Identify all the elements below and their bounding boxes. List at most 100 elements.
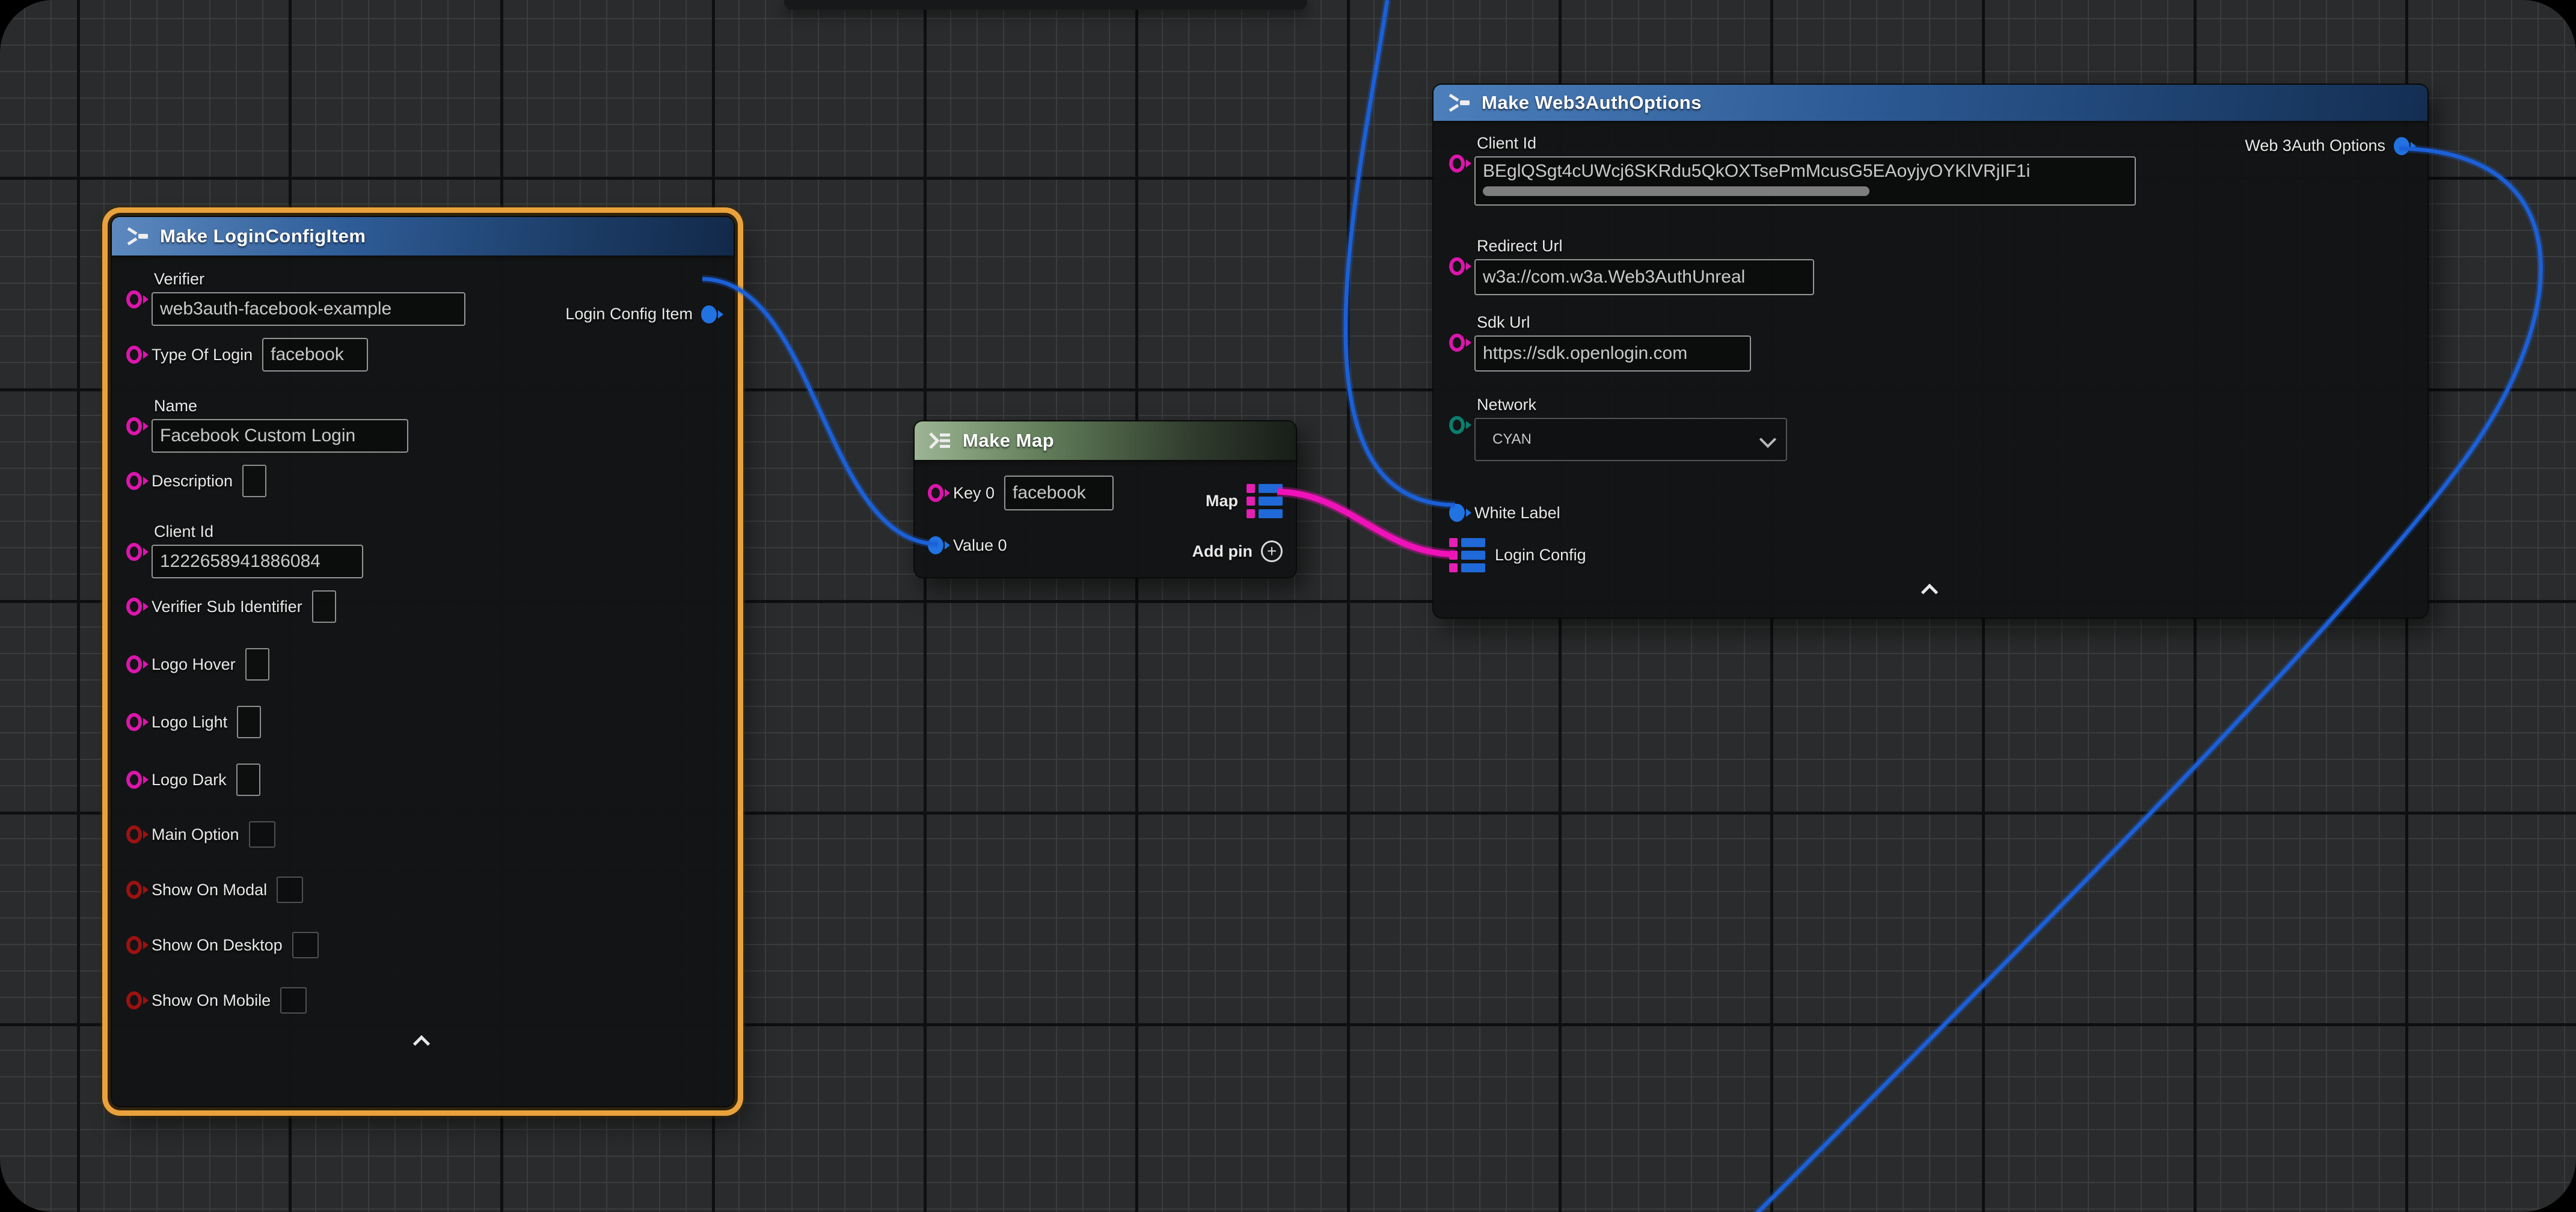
node-make-web3authoptions[interactable]: Make Web3AuthOptions Web 3Auth Options C… bbox=[1432, 84, 2429, 619]
client-id-field[interactable]: BEglQSgt4cUWcj6SKRdu5QkOXTsePmMcusG5EAoy… bbox=[1474, 156, 2136, 206]
chevron-down-icon bbox=[1759, 431, 1776, 448]
verifier-pin[interactable] bbox=[126, 290, 142, 308]
redirect-url-label: Redirect Url bbox=[1477, 237, 1814, 256]
white-label-label: White Label bbox=[1474, 504, 1560, 522]
main-option-checkbox[interactable] bbox=[249, 821, 275, 848]
wire-map-to-login-config bbox=[1277, 492, 1455, 554]
network-dropdown[interactable]: CYAN bbox=[1474, 418, 1787, 461]
make-map-icon bbox=[927, 431, 953, 450]
redirect-url-field[interactable]: w3a://com.w3a.Web3AuthUnreal bbox=[1474, 259, 1814, 295]
client-id-pin[interactable] bbox=[1449, 155, 1465, 173]
login-config-label: Login Config bbox=[1495, 546, 1586, 565]
node-make-loginconfigitem[interactable]: Make LoginConfigItem Login Config Item V… bbox=[111, 216, 735, 1107]
show-on-modal-pin[interactable] bbox=[126, 881, 142, 899]
logo-hover-field[interactable] bbox=[245, 648, 269, 681]
description-pin[interactable] bbox=[126, 472, 142, 490]
node-header[interactable]: Make Map bbox=[915, 421, 1296, 460]
add-pin-icon[interactable] bbox=[1261, 540, 1283, 562]
add-pin-row[interactable]: Add pin bbox=[1192, 540, 1283, 562]
pin-row-verifier-sub-identifier: Verifier Sub Identifier bbox=[126, 590, 717, 623]
name-label: Name bbox=[154, 397, 408, 415]
show-on-modal-label: Show On Modal bbox=[152, 881, 267, 899]
map-output-label: Map bbox=[1206, 492, 1238, 510]
show-on-mobile-checkbox[interactable] bbox=[280, 987, 307, 1014]
logo-dark-label: Logo Dark bbox=[152, 771, 227, 789]
logo-hover-pin[interactable] bbox=[126, 655, 142, 673]
pin-row-logo-dark: Logo Dark bbox=[126, 764, 717, 796]
key0-pin[interactable] bbox=[928, 484, 943, 502]
logo-hover-label: Logo Hover bbox=[152, 655, 236, 674]
map-output-pin[interactable] bbox=[1247, 484, 1283, 518]
pin-row-login-config: Login Config bbox=[1449, 536, 2409, 574]
description-field[interactable] bbox=[242, 465, 266, 497]
client-id-label: Client Id bbox=[154, 522, 363, 541]
name-pin[interactable] bbox=[126, 417, 142, 435]
show-on-mobile-pin[interactable] bbox=[126, 991, 142, 1009]
output-pin-row[interactable]: Login Config Item bbox=[565, 305, 717, 323]
verifier-field[interactable]: web3auth-facebook-example bbox=[152, 292, 465, 326]
sdk-url-field[interactable]: https://sdk.openlogin.com bbox=[1474, 335, 1751, 372]
type-of-login-label: Type Of Login bbox=[152, 346, 253, 364]
field-scrollbar[interactable] bbox=[1483, 186, 1869, 196]
output-pin-row[interactable]: Web 3Auth Options bbox=[2245, 136, 2409, 155]
node-header[interactable]: Make Web3AuthOptions bbox=[1434, 85, 2427, 121]
pin-row-sdk-url: Sdk Url https://sdk.openlogin.com bbox=[1449, 313, 2409, 372]
main-option-label: Main Option bbox=[152, 825, 239, 844]
node-title: Make Web3AuthOptions bbox=[1482, 92, 1702, 114]
type-of-login-field[interactable]: facebook bbox=[262, 338, 368, 372]
client-id-field[interactable]: 1222658941886084 bbox=[152, 545, 363, 578]
collapse-chevron-icon[interactable] bbox=[412, 1038, 431, 1051]
offscreen-node-fragment[interactable] bbox=[784, 0, 1307, 10]
login-config-item-output-pin[interactable] bbox=[701, 305, 717, 323]
pin-row-client-id: Client Id 1222658941886084 bbox=[126, 522, 717, 578]
logo-light-pin[interactable] bbox=[126, 713, 142, 731]
pin-row-show-on-modal: Show On Modal bbox=[126, 877, 717, 903]
pin-row-network: Network CYAN bbox=[1449, 396, 2409, 461]
sdk-url-pin[interactable] bbox=[1449, 334, 1465, 352]
make-struct-icon bbox=[1446, 93, 1472, 112]
logo-light-field[interactable] bbox=[237, 706, 261, 738]
blueprint-graph-canvas[interactable]: Make LoginConfigItem Login Config Item V… bbox=[0, 0, 2576, 1212]
pin-row-white-label: White Label bbox=[1449, 495, 2409, 531]
network-pin[interactable] bbox=[1449, 416, 1465, 434]
pin-row-name: Name Facebook Custom Login bbox=[126, 397, 717, 453]
verifier-sub-identifier-field[interactable] bbox=[312, 590, 336, 623]
network-label: Network bbox=[1477, 396, 1787, 414]
collapse-chevron-icon[interactable] bbox=[1921, 586, 1939, 599]
key0-field[interactable]: facebook bbox=[1004, 476, 1114, 510]
pin-row-main-option: Main Option bbox=[126, 821, 717, 848]
sdk-url-label: Sdk Url bbox=[1477, 313, 1751, 332]
output-pin-label: Web 3Auth Options bbox=[2245, 136, 2385, 155]
login-config-pin[interactable] bbox=[1449, 538, 1485, 572]
show-on-modal-checkbox[interactable] bbox=[277, 877, 303, 903]
pin-row-logo-light: Logo Light bbox=[126, 706, 717, 738]
pin-row-redirect-url: Redirect Url w3a://com.w3a.Web3AuthUnrea… bbox=[1449, 237, 2409, 295]
name-field[interactable]: Facebook Custom Login bbox=[152, 419, 408, 453]
main-option-pin[interactable] bbox=[126, 825, 142, 843]
make-struct-icon bbox=[124, 227, 150, 246]
pin-row-type-of-login: Type Of Login facebook bbox=[126, 338, 717, 372]
node-title: Make LoginConfigItem bbox=[160, 225, 366, 247]
redirect-url-pin[interactable] bbox=[1449, 257, 1465, 275]
client-id-pin[interactable] bbox=[126, 543, 142, 561]
verifier-label: Verifier bbox=[154, 270, 465, 289]
verifier-sub-identifier-pin[interactable] bbox=[126, 598, 142, 616]
node-title: Make Map bbox=[963, 430, 1054, 451]
add-pin-label: Add pin bbox=[1192, 542, 1253, 561]
logo-dark-field[interactable] bbox=[236, 764, 260, 796]
value0-pin[interactable] bbox=[928, 536, 943, 554]
node-make-map[interactable]: Make Map Key 0 facebook Value 0 Map bbox=[913, 420, 1297, 578]
description-label: Description bbox=[152, 472, 233, 491]
logo-dark-pin[interactable] bbox=[126, 771, 142, 789]
show-on-desktop-label: Show On Desktop bbox=[152, 936, 283, 955]
value0-label: Value 0 bbox=[953, 536, 1007, 555]
pin-row-show-on-desktop: Show On Desktop bbox=[126, 932, 717, 958]
type-of-login-pin[interactable] bbox=[126, 346, 142, 364]
pin-row-description: Description bbox=[126, 465, 717, 497]
node-header[interactable]: Make LoginConfigItem bbox=[112, 217, 734, 256]
show-on-desktop-checkbox[interactable] bbox=[292, 932, 319, 958]
web3auth-options-output-pin[interactable] bbox=[2394, 137, 2409, 155]
white-label-pin[interactable] bbox=[1449, 504, 1465, 522]
show-on-desktop-pin[interactable] bbox=[126, 936, 142, 954]
map-output-row[interactable]: Map bbox=[1206, 484, 1283, 518]
